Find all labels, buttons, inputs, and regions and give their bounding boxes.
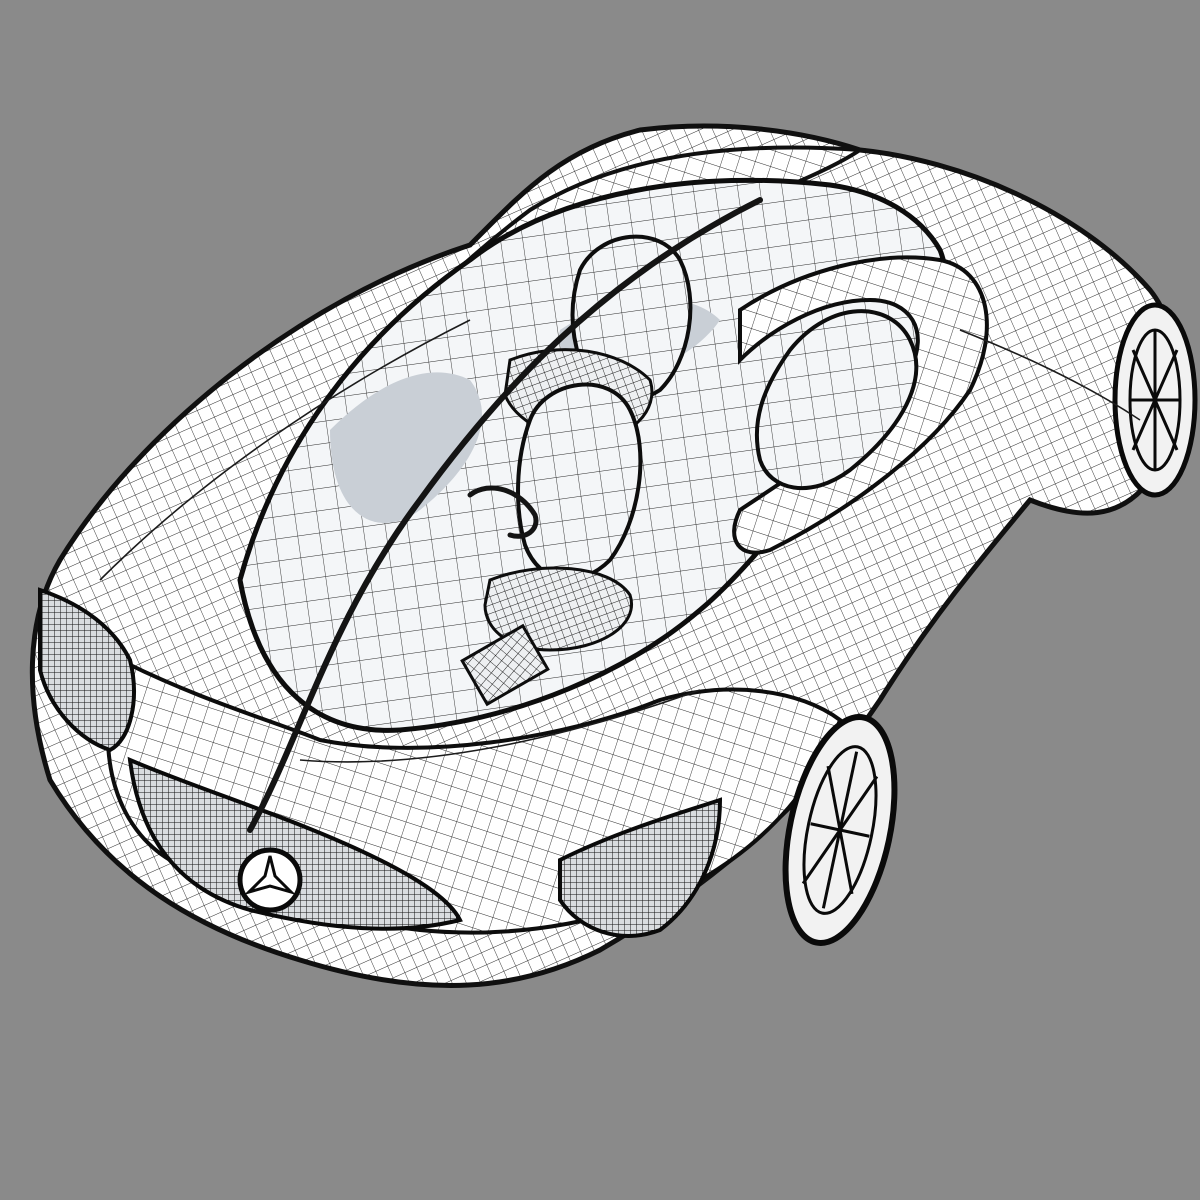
star-emblem — [237, 847, 303, 913]
rear-right-wheel — [1112, 302, 1198, 498]
wireframe-car-render — [29, 123, 1198, 988]
